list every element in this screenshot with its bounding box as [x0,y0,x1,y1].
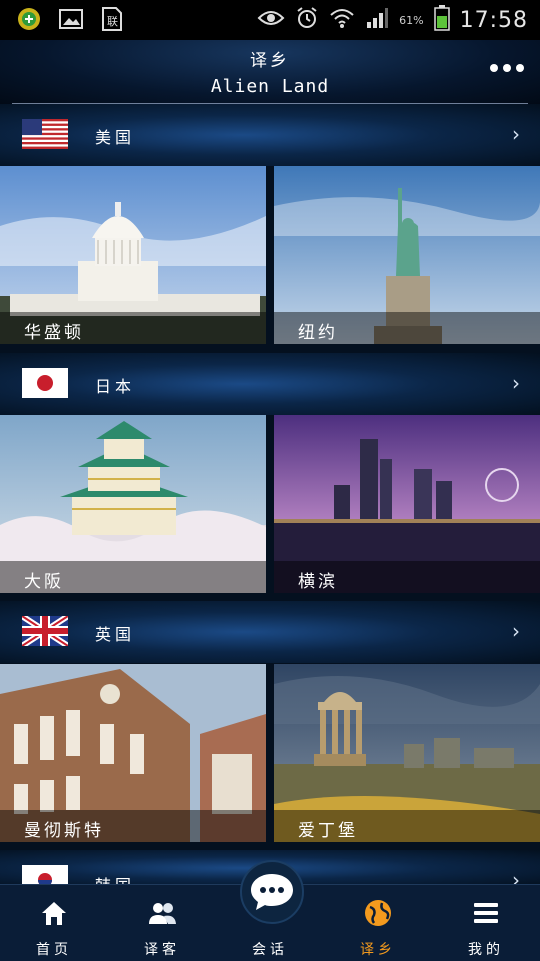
country-row-japan[interactable]: 日本 › [0,353,540,415]
app-badge-icon [16,6,42,36]
country-row-uk[interactable]: 英国 › [0,601,540,663]
chevron-right-icon: › [512,122,520,146]
city-name: 华盛顿 [24,323,84,343]
chevron-right-icon: › [512,619,520,643]
nav-label: 首页 [36,942,72,958]
city-name: 爱丁堡 [298,821,358,841]
people-icon [149,903,176,924]
country-name: 英国 [95,625,136,644]
wifi-icon [329,7,355,33]
city-name: 大阪 [24,572,64,592]
page-title: 译乡 [250,51,290,71]
home-icon [42,902,66,925]
nav-label: 译乡 [360,942,396,958]
city-name: 纽约 [298,323,338,343]
nav-item-alien-land[interactable]: 译乡 [324,885,432,961]
city-name: 曼彻斯特 [24,821,104,841]
uk-flag-icon [22,616,68,646]
nav-item-home[interactable]: 首页 [0,885,108,961]
more-horizontal-icon[interactable] [490,64,524,72]
city-tile-manchester[interactable]: 曼彻斯特 [0,664,266,842]
nav-item-translators[interactable]: 译客 [108,885,216,961]
country-name: 美国 [95,128,136,147]
chevron-right-icon: › [512,371,520,395]
battery-percent: 61% [399,13,424,27]
signal-icon [365,7,389,33]
country-row-usa[interactable]: 美国 › [0,104,540,166]
page-subtitle: Alien Land [210,76,330,97]
korea-flag-icon [22,865,68,886]
chat-bubble-button[interactable] [240,860,304,924]
japan-flag-icon [22,368,68,398]
nav-label: 我的 [468,942,504,958]
nav-item-mine[interactable]: 我的 [432,885,540,961]
chat-bubble-icon [251,874,293,910]
battery-icon [433,5,450,35]
sim-card-icon: 联 [100,6,124,36]
eye-icon [257,8,285,32]
country-name: 日本 [95,377,136,396]
svg-text:联: 联 [107,15,118,28]
nav-label: 会话 [252,942,288,958]
globe-icon [365,900,391,926]
nav-label: 译客 [144,942,180,958]
alarm-icon [295,6,319,34]
status-time: 17:58 [459,7,528,33]
city-name: 横滨 [298,572,338,592]
city-tile-edinburgh[interactable]: 爱丁堡 [274,664,540,842]
status-bar: 联 61% 17:58 [0,0,540,40]
city-tile-osaka[interactable]: 大阪 [0,415,266,593]
city-tile-yokohama[interactable]: 横滨 [274,415,540,593]
city-tile-washington[interactable]: 华盛顿 [0,166,266,344]
city-tile-new-york[interactable]: 纽约 [274,166,540,344]
app-header: 译乡 Alien Land [0,40,540,104]
us-flag-icon [22,119,68,149]
menu-icon [474,903,498,923]
image-icon [58,7,84,35]
